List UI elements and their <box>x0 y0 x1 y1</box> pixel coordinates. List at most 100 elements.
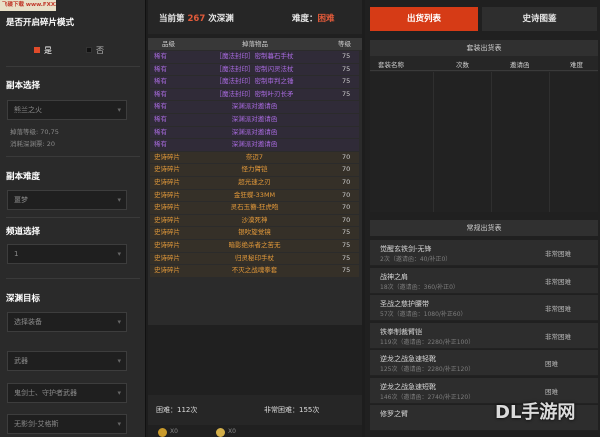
drop-row: 史诗碎片 不灭之战魂拳套 75 <box>150 265 359 277</box>
gem-count: X0 <box>228 428 236 435</box>
normal-drop-item-difficulty: 困难 <box>545 387 558 396</box>
target-item-select[interactable]: 无影剑-艾格斯 ▾ <box>7 414 127 434</box>
drop-row-level: 70 <box>342 190 351 199</box>
drop-row: 稀有 ［魔法封印］密制叶刃长矛 75 <box>150 88 359 101</box>
set-panel-title: 套装出货表 <box>370 40 598 56</box>
stat-difficulty: 困难：112次 <box>156 406 198 414</box>
normal-drop-item-difficulty: 困难 <box>545 360 558 368</box>
drop-row: 稀有 深渊派对邀请函 <box>150 126 359 139</box>
target-equip-select[interactable]: 选择装备 ▾ <box>7 312 127 332</box>
dungeon-level-text: 掉落等级: 70,75 <box>10 128 59 136</box>
chevron-down-icon: ▾ <box>117 196 121 204</box>
tab-drop-list[interactable]: 出货列表 <box>370 7 478 31</box>
radio-selected-icon <box>34 47 40 53</box>
target-title: 深渊目标 <box>6 294 41 304</box>
chevron-down-icon: ▾ <box>117 106 121 114</box>
normal-drop-item-stats: 57次（邀请函：1080/补正60） <box>380 311 467 318</box>
divider <box>6 66 140 67</box>
difficulty-select-value: 噩梦 <box>14 196 28 204</box>
drop-row-level: 75 <box>342 228 351 237</box>
normal-drop-row: 战神之肩 18次（邀请函：360/补正0） 非常困难 <box>370 267 598 294</box>
drop-row-level: 75 <box>342 241 351 249</box>
coin-count: X0 <box>170 428 178 435</box>
shard-mode-no-radio[interactable]: 否 <box>86 44 104 56</box>
stat-nightmare: 非常困难：155次 <box>264 406 320 414</box>
drop-row-level: 70 <box>342 152 351 161</box>
set-table-header: 套装名称 次数 邀请函 难度 <box>370 59 598 71</box>
drop-row-level: 75 <box>342 89 351 98</box>
drop-row-item: 深渊派对邀请函 <box>231 115 278 123</box>
normal-drop-item-name: 觉醒玄铁剑-无锋 <box>380 245 432 253</box>
set-col-ticket: 邀请函 <box>510 61 530 69</box>
drop-row: 史诗碎片 怪力臂铠 70 <box>150 164 359 176</box>
footer-counters: X0 X0 <box>148 427 362 437</box>
target-item-value: 无影剑-艾格斯 <box>14 420 59 428</box>
dungeon-select[interactable]: 熊兰之火 ▾ <box>7 100 127 120</box>
settings-sidebar: 飞碟下载 www.FXXZ.com 是否开启碎片模式 是 否 副本选择 熊兰之火… <box>0 0 146 437</box>
chevron-down-icon: ▾ <box>117 389 121 397</box>
normal-drop-item-stats: 125次（邀请函：2280/补正120） <box>380 366 475 373</box>
normal-drop-item-difficulty: 非常困难 <box>545 305 571 313</box>
drop-row-item: 归灵秘印手杖 <box>235 253 274 262</box>
drop-row-level: 75 <box>342 253 351 262</box>
target-equip-value: 选择装备 <box>14 318 42 326</box>
normal-drop-item-difficulty: 非常困难 <box>545 250 571 258</box>
drop-table: 品级 掉落物品 等级 稀有 ［魔法封印］密制暮石手杖 75 稀有 ［魔法封印］密制闪灵法… <box>148 38 362 325</box>
normal-drop-row: 觉醒玄铁剑-无锋 2次（邀请函：40/补正0） 非常困难 <box>370 240 598 266</box>
drop-row-item: 灵石玉簪-狂虎咆 <box>230 203 279 212</box>
channel-select[interactable]: 1 ▾ <box>7 244 127 264</box>
drop-row: 史诗碎片 暗影绝杀者之苦无 75 <box>150 240 359 252</box>
normal-panel-title: 常规出货表 <box>370 220 598 236</box>
chevron-down-icon: ▾ <box>117 318 121 326</box>
drop-row: 史诗碎片 灵石玉簪-狂虎咆 70 <box>150 202 359 214</box>
drop-row-level: 70 <box>342 215 351 224</box>
opt-no-label: 否 <box>96 45 104 55</box>
normal-drop-item-name: 逆龙之战急速轻靴 <box>380 355 436 363</box>
tab-epic-atlas[interactable]: 史诗图鉴 <box>482 7 597 31</box>
run-count-suffix: 次深渊 <box>208 14 234 24</box>
drop-row: 稀有 ［魔法封印］密制审判之锤 75 <box>150 76 359 88</box>
shard-mode-title: 是否开启碎片模式 <box>6 18 75 28</box>
col-grade-header: 品级 <box>162 40 175 48</box>
site-watermark: 飞碟下载 www.FXXZ.com <box>0 0 56 11</box>
chevron-down-icon: ▾ <box>117 357 121 365</box>
drop-row: 史诗碎片 奈迈7 70 <box>150 151 359 164</box>
difficulty-title: 副本难度 <box>6 172 41 182</box>
drop-row-item: 沙漠死神 <box>241 215 268 224</box>
target-class-select[interactable]: 鬼剑士、守护者武器 ▾ <box>7 383 127 403</box>
normal-drop-row: 逆龙之战急速轻靴 125次（邀请函：2280/补正120） 困难 <box>370 350 598 376</box>
radio-unselected-icon <box>86 47 92 53</box>
shard-mode-yes-radio[interactable]: 是 <box>34 44 52 56</box>
coin-icon <box>158 428 167 437</box>
dungeon-fatigue-text: 消耗深渊票: 20 <box>10 140 56 148</box>
drop-row-item: ［魔法封印］密制审判之锤 <box>215 77 294 86</box>
set-col-count: 次数 <box>456 61 469 69</box>
normal-drop-item-name: 铁拳制裁臂铠 <box>380 327 422 336</box>
drop-row: 史诗碎片 沙漠死神 70 <box>150 214 359 227</box>
drop-row-level: 70 <box>342 203 351 212</box>
drop-row: 稀有 深渊派对邀请函 <box>150 139 359 151</box>
drop-row-level: 75 <box>342 266 351 275</box>
set-col-diff: 难度 <box>570 61 583 69</box>
run-count-text: 当前第 267 次深渊 <box>159 12 234 24</box>
drop-row-item: 超光速之刃 <box>238 178 271 186</box>
drop-row-item: ［魔法封印］密制闪灵法杖 <box>215 64 294 73</box>
drop-row-level: 75 <box>342 52 351 60</box>
opt-yes-label: 是 <box>44 45 52 55</box>
target-class-value: 鬼剑士、守护者武器 <box>14 389 77 397</box>
drop-row-item: 怪力臂铠 <box>241 165 268 174</box>
difficulty-select[interactable]: 噩梦 ▾ <box>7 190 127 210</box>
drop-log-panel: 当前第 267 次深渊 难度：困难 品级 掉落物品 等级 稀有 ［魔法封印］密制暮… <box>148 0 362 437</box>
stats-bar: 困难：112次 非常困难：155次 <box>148 395 362 425</box>
run-difficulty-value: 困难 <box>317 14 335 24</box>
channel-select-value: 1 <box>14 250 19 258</box>
drop-row-item: 暗影绝杀者之苦无 <box>228 241 281 249</box>
drop-row: 稀有 深渊派对邀请函 <box>150 114 359 126</box>
target-weapon-select[interactable]: 武器 ▾ <box>7 351 127 371</box>
run-header: 当前第 267 次深渊 难度：困难 <box>148 0 362 34</box>
normal-drop-item-difficulty: 非常困难 <box>545 277 571 286</box>
dungeon-select-value: 熊兰之火 <box>14 106 42 114</box>
drop-row-item: 深渊派对邀请函 <box>231 127 278 136</box>
channel-title: 频道选择 <box>6 227 41 237</box>
run-count-number: 267 <box>187 14 206 24</box>
